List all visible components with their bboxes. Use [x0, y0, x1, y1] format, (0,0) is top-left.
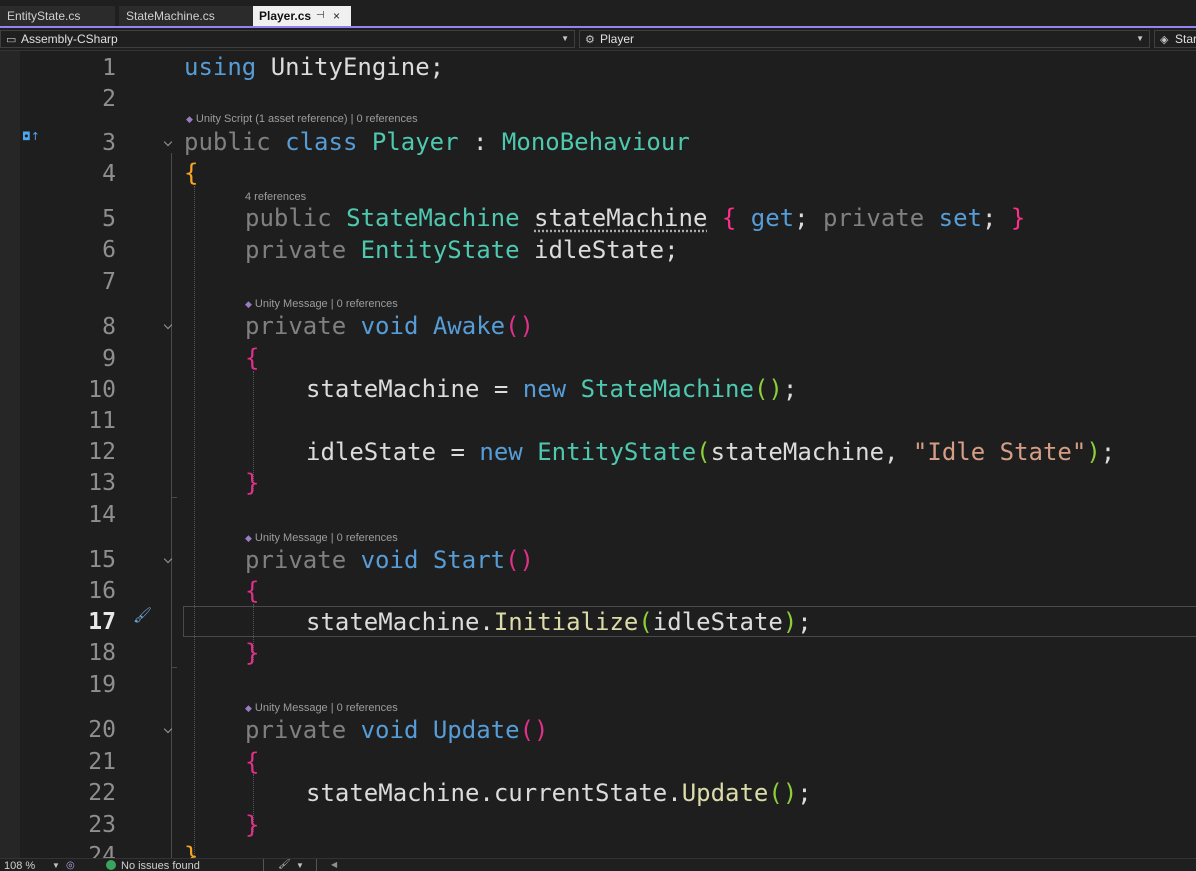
line-number: 14	[88, 502, 116, 528]
tab-label: EntityState.cs	[7, 9, 81, 23]
fold-end	[171, 497, 177, 498]
codelens-class[interactable]: ◆ Unity Script (1 asset reference) | 0 re…	[186, 113, 418, 125]
line-number: 2	[102, 86, 116, 112]
zoom-level[interactable]: 108 %	[4, 859, 35, 871]
copilot-icon[interactable]: ◎	[66, 860, 75, 871]
code-line-18[interactable]: }	[245, 638, 259, 668]
method-icon: ◈	[1160, 34, 1169, 46]
chevron-down-icon: ▼	[1136, 34, 1144, 43]
codelens-update[interactable]: ◆ Unity Message | 0 references	[245, 702, 398, 714]
line-number: 7	[102, 269, 116, 295]
document-tab-strip: EntityState.cs StateMachine.cs Player.cs…	[0, 0, 1196, 28]
line-number: 4	[102, 161, 116, 187]
line-number: 12	[88, 439, 116, 465]
codelens-awake[interactable]: ◆ Unity Message | 0 references	[245, 298, 398, 310]
code-line-8[interactable]: private void Awake()	[245, 311, 534, 341]
code-line-24[interactable]: }	[184, 841, 198, 858]
line-number: 22	[88, 780, 116, 806]
code-line-1[interactable]: using UnityEngine;	[184, 52, 444, 82]
chevron-down-icon: ▼	[561, 34, 569, 43]
tab-label: StateMachine.cs	[126, 9, 215, 23]
code-line-3[interactable]: public class Player : MonoBehaviour	[184, 127, 690, 157]
unity-icon: ◆	[245, 533, 252, 543]
navigation-bar: ▭ Assembly-CSharp ▼ ⚙ Player ▼ ◈ Start	[0, 28, 1196, 51]
code-line-16[interactable]: {	[245, 576, 259, 606]
unity-icon: ◆	[245, 299, 252, 309]
implementation-marker-icon[interactable]: ◘↑	[22, 130, 40, 143]
line-number: 8	[102, 314, 116, 340]
code-line-23[interactable]: }	[245, 810, 259, 840]
code-line-17[interactable]: stateMachine.Initialize(idleState);	[306, 607, 812, 637]
codelens-start[interactable]: ◆ Unity Message | 0 references	[245, 532, 398, 544]
indicator-margin	[0, 51, 20, 858]
editor-status-bar: 108 % ▼ ◎ No issues found 🖌 ▼ ◀	[0, 858, 1196, 871]
chevron-down-icon[interactable]: ▼	[296, 859, 304, 871]
issues-status[interactable]: No issues found	[121, 859, 200, 871]
line-number: 20	[88, 717, 116, 743]
collapse-chevron-icon[interactable]	[163, 138, 175, 150]
line-number: 21	[88, 749, 116, 775]
code-line-6[interactable]: private EntityState idleState;	[245, 235, 679, 265]
project-label: Assembly-CSharp	[21, 32, 118, 46]
tab-label: Player.cs	[259, 9, 312, 23]
indent-guide	[194, 186, 195, 858]
line-number: 11	[88, 408, 116, 434]
collapse-chevron-icon[interactable]	[163, 555, 175, 567]
scroll-left-icon[interactable]: ◀	[331, 859, 337, 871]
line-number: 16	[88, 578, 116, 604]
tab-player[interactable]: Player.cs ⊣ ×	[253, 6, 351, 28]
line-number: 3	[102, 130, 116, 156]
line-number: 1	[102, 55, 116, 81]
tab-entitystate[interactable]: EntityState.cs	[0, 6, 115, 26]
code-line-10[interactable]: stateMachine = new StateMachine();	[306, 374, 797, 404]
code-line-9[interactable]: {	[245, 343, 259, 373]
type-label: Player	[600, 32, 635, 46]
pin-icon[interactable]: ⊣	[316, 6, 325, 26]
code-line-12[interactable]: idleState = new EntityState(stateMachine…	[306, 437, 1115, 467]
line-number: 15	[88, 547, 116, 573]
type-dropdown[interactable]: ⚙ Player ▼	[579, 30, 1150, 48]
code-editor[interactable]: ◘↑ 🖌 1 2 3 4 5 6 7 8 9 10 11 12 13 14 15…	[0, 51, 1196, 858]
quick-actions-brush-icon[interactable]: 🖌	[133, 606, 152, 624]
project-dropdown[interactable]: ▭ Assembly-CSharp ▼	[0, 30, 575, 48]
code-line-4[interactable]: {	[184, 158, 198, 188]
member-label: Start	[1175, 32, 1196, 46]
member-dropdown[interactable]: ◈ Start	[1154, 30, 1196, 48]
code-cleanup-icon[interactable]: 🖌	[278, 859, 291, 871]
line-number: 5	[102, 206, 116, 232]
code-line-20[interactable]: private void Update()	[245, 715, 548, 745]
close-icon[interactable]: ×	[333, 6, 340, 26]
fold-end	[171, 667, 177, 668]
check-circle-icon	[106, 860, 116, 870]
project-icon: ▭	[6, 34, 17, 46]
line-number: 19	[88, 672, 116, 698]
line-number: 6	[102, 237, 116, 263]
collapse-chevron-icon[interactable]	[163, 725, 175, 737]
code-line-5[interactable]: public StateMachine stateMachine { get; …	[245, 203, 1025, 233]
code-line-13[interactable]: }	[245, 468, 259, 498]
divider	[316, 859, 317, 871]
code-line-21[interactable]: {	[245, 747, 259, 777]
line-number: 10	[88, 377, 116, 403]
line-number: 23	[88, 812, 116, 838]
tab-statemachine[interactable]: StateMachine.cs	[119, 6, 254, 26]
line-number: 13	[88, 470, 116, 496]
line-number: 24	[88, 843, 116, 858]
unity-icon: ◆	[245, 703, 252, 713]
codelens-property[interactable]: 4 references	[245, 191, 306, 203]
line-number-current: 17	[88, 609, 116, 635]
unity-icon: ◆	[186, 114, 193, 124]
class-icon: ⚙	[585, 34, 595, 46]
line-number: 9	[102, 346, 116, 372]
chevron-down-icon[interactable]: ▼	[52, 859, 60, 871]
code-line-22[interactable]: stateMachine.currentState.Update();	[306, 778, 812, 808]
divider	[263, 859, 264, 871]
code-line-15[interactable]: private void Start()	[245, 545, 534, 575]
fold-guide	[171, 153, 172, 858]
collapse-chevron-icon[interactable]	[163, 321, 175, 333]
line-number: 18	[88, 640, 116, 666]
